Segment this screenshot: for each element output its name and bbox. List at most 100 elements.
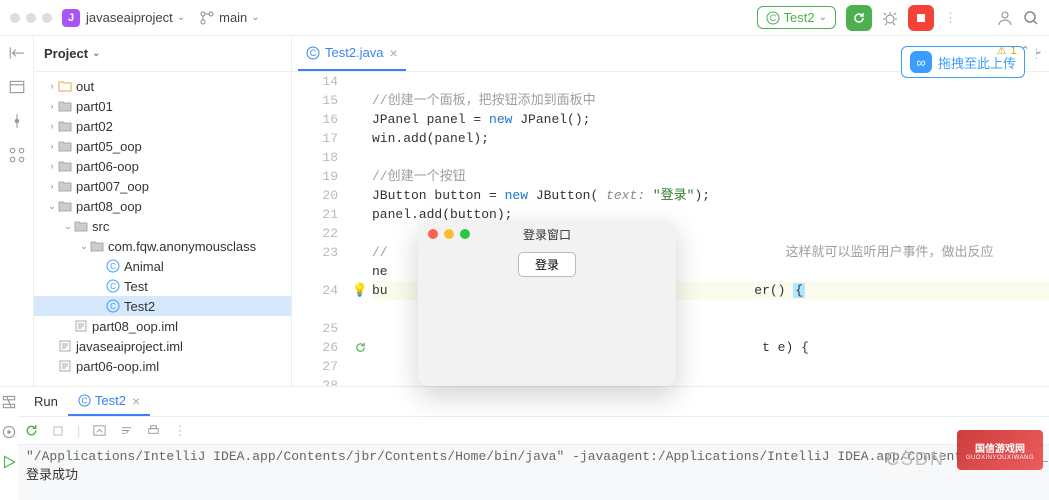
tree-item[interactable]: part08_oop.iml — [34, 316, 291, 336]
tree-item-label: Test2 — [124, 299, 155, 314]
twisty-icon: › — [46, 121, 58, 131]
watermark-py: GUOXINYOUXIWANG — [966, 455, 1034, 461]
svg-text:C: C — [110, 262, 116, 271]
collapse-icon[interactable] — [8, 44, 26, 62]
cloud-icon: ∞ — [910, 51, 932, 73]
tree-item-label: part06-oop — [76, 159, 139, 174]
tree-item-label: part05_oop — [76, 139, 142, 154]
tree-item[interactable]: › part05_oop — [34, 136, 291, 156]
print-icon[interactable] — [146, 423, 161, 438]
warning-count: 1 — [1010, 45, 1016, 57]
tree-item[interactable]: › part02 — [34, 116, 291, 136]
zoom-icon[interactable] — [460, 229, 470, 239]
project-tree[interactable]: › out ›part01 › part02 › part05_oop › part06-oop… — [34, 72, 291, 386]
stop-button[interactable] — [908, 5, 934, 31]
zoom-icon[interactable] — [42, 13, 52, 23]
tree-item-label: part02 — [76, 119, 113, 134]
chevron-down-icon: ⌄ — [92, 48, 100, 59]
tree-item-label: out — [76, 79, 94, 94]
scroll-to-end-icon[interactable] — [92, 423, 107, 438]
tree-item[interactable]: ⌄ com.fqw.anonymousclass — [34, 236, 291, 256]
run-config[interactable]: C Test2 ⌄ — [757, 6, 836, 29]
rerun-button[interactable] — [846, 5, 872, 31]
tree-item-label: part08_oop — [76, 199, 142, 214]
twisty-icon: › — [46, 161, 58, 171]
tree-item[interactable]: ›part007_oop — [34, 176, 291, 196]
run-tab-label[interactable]: Run — [24, 387, 68, 416]
bottom-left-rail — [0, 387, 18, 500]
tree-item[interactable]: part06-oop.iml — [34, 356, 291, 376]
svg-text:C: C — [110, 302, 116, 311]
more-icon[interactable]: ⋮ — [173, 423, 186, 439]
rerun-icon[interactable] — [24, 423, 39, 438]
tree-item[interactable]: › part06-oop — [34, 156, 291, 176]
tree-item[interactable]: C Test2 — [34, 296, 291, 316]
rerun-icon — [852, 11, 866, 25]
run-tool-icon[interactable] — [0, 453, 18, 471]
soft-wrap-icon[interactable] — [119, 423, 134, 438]
chevron-down-icon: ⌄ — [819, 12, 827, 23]
stop-icon — [915, 12, 927, 24]
branch-name: main — [219, 10, 247, 25]
close-icon[interactable] — [10, 13, 20, 23]
logo-watermark: 国信游戏网 GUOXINYOUXIWANG — [957, 430, 1043, 470]
chevron-up-icon: ⌃ — [1021, 44, 1030, 57]
svg-text:C: C — [81, 395, 87, 405]
tree-item[interactable]: javaseaiproject.iml — [34, 336, 291, 356]
login-button[interactable]: 登录 — [518, 252, 576, 277]
run-config-tab[interactable]: C Test2 × — [68, 387, 150, 416]
account-icon[interactable] — [997, 10, 1013, 26]
tree-item[interactable]: ⌄src — [34, 216, 291, 236]
branch-selector[interactable]: main ⌄ — [199, 10, 260, 26]
commit-tool-icon[interactable] — [8, 112, 26, 130]
structure-tool-icon[interactable] — [8, 146, 26, 164]
project-tool-icon[interactable] — [8, 78, 26, 96]
project-sidebar: Project ⌄ ›out›part01›part02›part05_oop›… — [34, 36, 292, 386]
window-controls — [10, 13, 52, 23]
class-icon: C — [766, 11, 780, 25]
problems-indicator[interactable]: ⚠ 1 ⌃ ⌄ — [997, 44, 1043, 57]
left-rail — [0, 36, 34, 386]
chevron-down-icon: ⌄ — [177, 12, 185, 23]
tab-label: Test2.java — [325, 45, 384, 60]
top-right-tools: C Test2 ⌄ ⋮ — [757, 5, 1039, 31]
class-icon: C — [306, 46, 320, 60]
run-toolbar: | ⋮ — [18, 417, 1049, 445]
twisty-icon: › — [46, 81, 58, 91]
minimize-icon[interactable] — [26, 13, 36, 23]
swing-window[interactable]: 登录窗口 登录 — [418, 220, 676, 386]
tree-item[interactable]: ⌄ part08_oop — [34, 196, 291, 216]
tree-item[interactable]: ›part01 — [34, 96, 291, 116]
sidebar-header[interactable]: Project ⌄ — [34, 36, 291, 72]
twisty-icon: ⌄ — [46, 201, 58, 212]
debug-icon[interactable] — [882, 10, 898, 26]
close-icon[interactable] — [428, 229, 438, 239]
services-tool-icon[interactable] — [0, 423, 18, 441]
swing-titlebar[interactable]: 登录窗口 — [418, 220, 676, 248]
bottom-panel: Run C Test2 × | ⋮ "/Applications/Intelli… — [0, 386, 1049, 500]
tree-item[interactable]: CTest — [34, 276, 291, 296]
twisty-icon: › — [46, 141, 58, 151]
twisty-icon: ⌄ — [78, 241, 90, 252]
tree-item-label: part08_oop.iml — [92, 319, 178, 334]
tree-item-label: part06-oop.iml — [76, 359, 159, 374]
more-icon[interactable]: ⋮ — [944, 10, 957, 26]
run-config-name: Test2 — [784, 10, 815, 25]
minimize-icon[interactable] — [444, 229, 454, 239]
tree-item-label: com.fqw.anonymousclass — [108, 239, 256, 254]
run-panel: Run C Test2 × | ⋮ "/Applications/Intelli… — [18, 387, 1049, 500]
search-icon[interactable] — [1023, 10, 1039, 26]
chevron-down-icon: ⌄ — [1034, 44, 1043, 57]
editor-tab[interactable]: C Test2.java × — [298, 36, 406, 71]
project-selector[interactable]: javaseaiproject ⌄ — [86, 10, 185, 25]
stop-icon[interactable] — [51, 424, 65, 438]
svg-text:C: C — [310, 48, 317, 58]
close-tab-icon[interactable]: × — [390, 45, 398, 61]
tree-item[interactable]: › out — [34, 76, 291, 96]
close-tab-icon[interactable]: × — [132, 393, 140, 409]
class-icon: C — [78, 394, 91, 407]
tree-item[interactable]: CAnimal — [34, 256, 291, 276]
tree-item-label: javaseaiproject.iml — [76, 339, 183, 354]
build-tool-icon[interactable] — [0, 393, 18, 411]
csdn-watermark: CSDN — [886, 449, 945, 470]
